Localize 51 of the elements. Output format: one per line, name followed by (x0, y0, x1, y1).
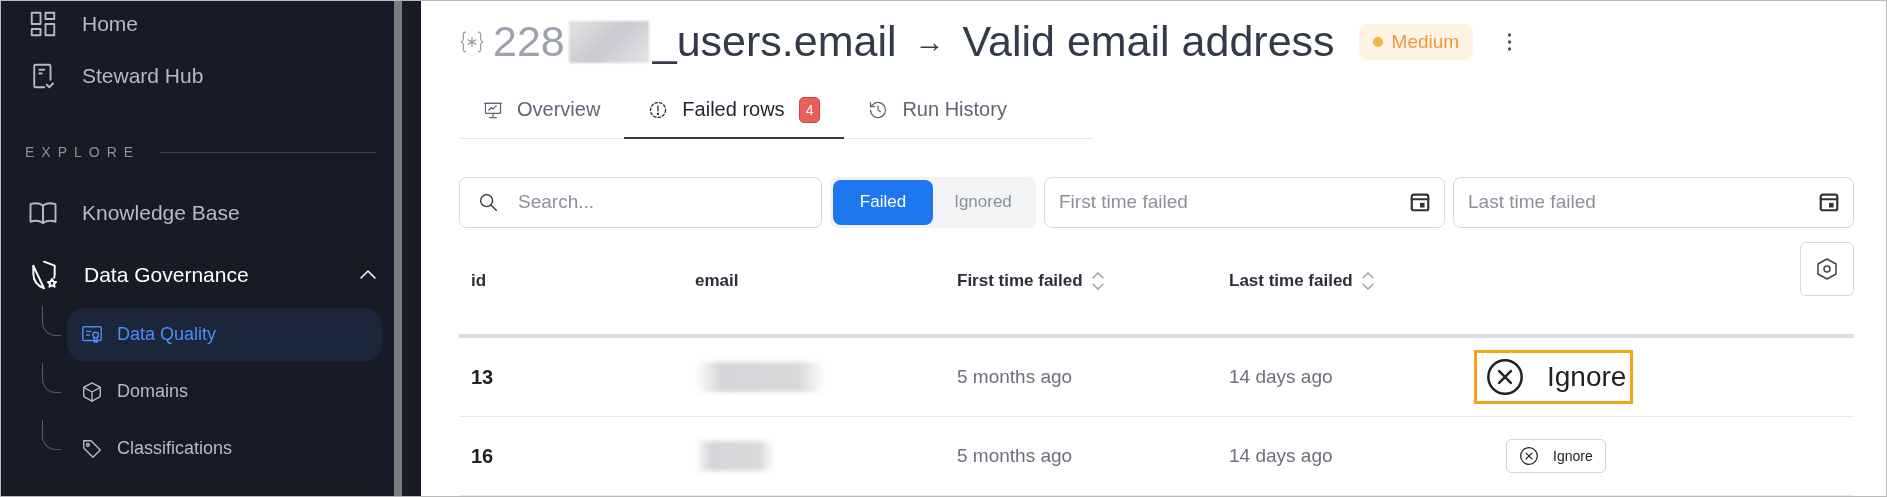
close-circle-icon (1519, 446, 1539, 466)
arrow-text: → (914, 24, 945, 59)
column-header: id (471, 271, 488, 291)
date-text: 5 months ago (957, 366, 1073, 387)
settings-button[interactable] (1800, 242, 1854, 296)
kebab-icon (1507, 31, 1513, 52)
resize-handle[interactable] (394, 1, 421, 496)
tree-connector (42, 306, 61, 336)
alert-circle-icon (648, 99, 669, 120)
title-number: 228 (493, 17, 565, 67)
date-text: 14 days ago (1229, 366, 1333, 387)
calendar-icon (1818, 191, 1840, 214)
search-icon (477, 191, 499, 214)
hexagon-icon (1815, 257, 1839, 281)
toggle-option[interactable]: Failed (833, 179, 933, 225)
dashboard-icon (28, 9, 58, 39)
certificate-icon (81, 323, 103, 346)
tag-icon (81, 437, 103, 460)
section-label: EXPLORE (25, 144, 141, 160)
id-text: 13 (471, 365, 494, 388)
nav-item[interactable]: Knowledge Base (25, 182, 394, 244)
column-header: email (695, 271, 740, 291)
tab[interactable]: Failed rows 4 (624, 82, 845, 139)
id-text: 16 (471, 444, 494, 467)
nav-item[interactable]: Home (25, 1, 394, 50)
tab[interactable]: Run History (844, 82, 1031, 139)
column-header[interactable]: Last time failed (1229, 271, 1474, 291)
nav-subitem[interactable]: Data Quality (67, 308, 382, 361)
close-circle-icon (1485, 357, 1525, 397)
nav-subitem[interactable]: Domains (67, 365, 382, 418)
nav-item[interactable]: Data Governance (25, 244, 394, 306)
history-icon (868, 99, 889, 120)
column-name: _users.email (652, 17, 897, 67)
tree-connector (42, 420, 61, 450)
cube-icon (81, 380, 103, 403)
date-text: 14 days ago (1229, 445, 1333, 466)
severity-badge: Medium (1358, 23, 1474, 60)
nav-item[interactable]: Steward Hub (25, 50, 394, 102)
calendar-icon (1409, 191, 1431, 214)
date-field[interactable]: Last time failed (1453, 176, 1854, 228)
rule-title: Valid email address (962, 17, 1335, 67)
date-text: 5 months ago (957, 445, 1073, 466)
date-field[interactable]: First time failed (1044, 176, 1445, 228)
column-header[interactable]: First time failed (957, 271, 1229, 291)
tab[interactable]: Overview (459, 82, 625, 139)
ignore-button[interactable]: Ignore (1506, 439, 1606, 473)
tree-connector (42, 363, 61, 393)
count-badge: 4 (798, 96, 821, 123)
search-field[interactable]: Search... (459, 176, 822, 228)
ignore-button[interactable]: Ignore (1474, 350, 1634, 404)
nav-subitem[interactable]: Classifications (67, 422, 382, 475)
